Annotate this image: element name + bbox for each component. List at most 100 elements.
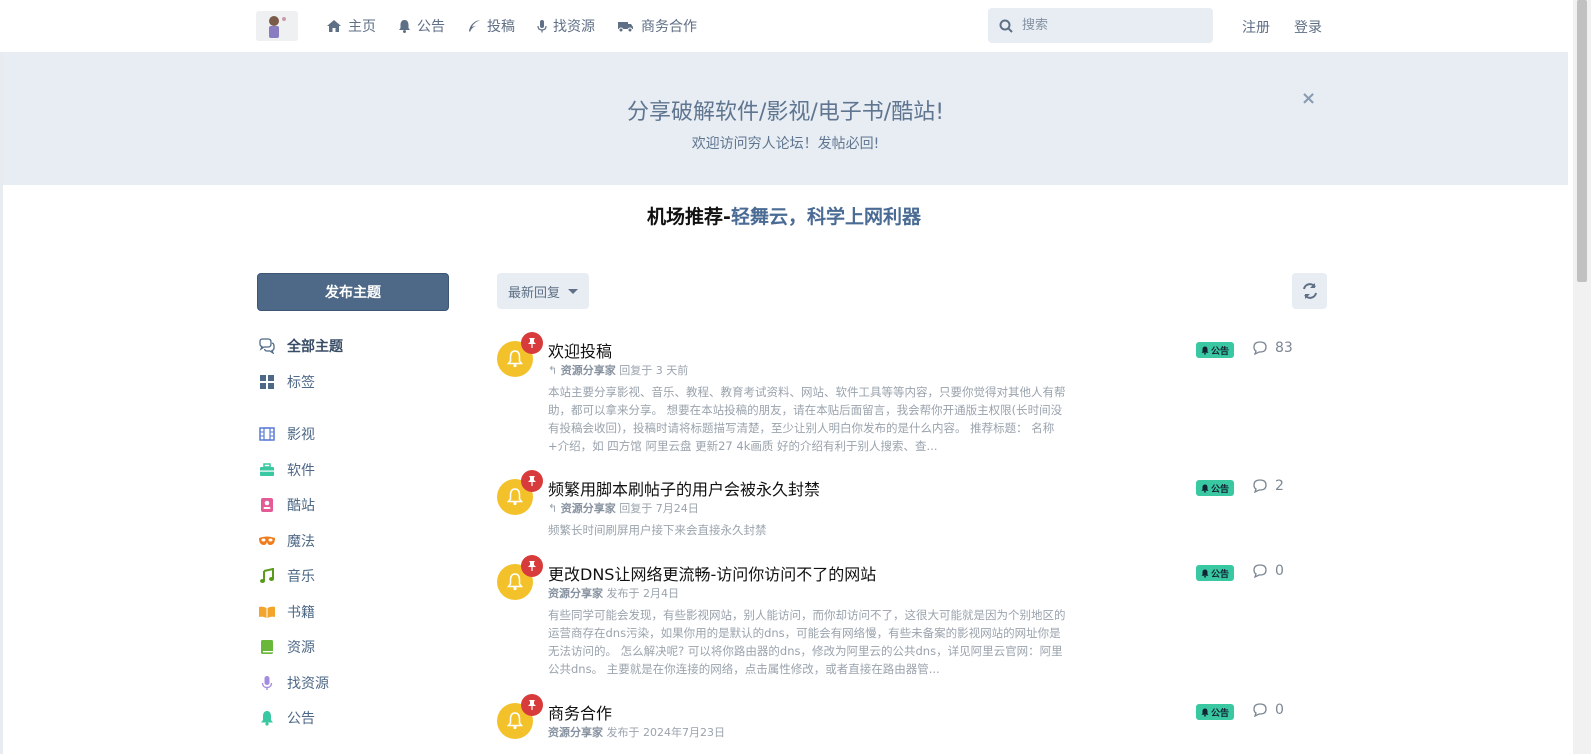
bell-icon <box>507 350 523 368</box>
search-input[interactable] <box>1020 17 1204 34</box>
reply-count[interactable]: 0 <box>1252 702 1284 718</box>
discussion-meta-time: 回复于 3 天前 <box>619 364 689 377</box>
sidebar-item-label: 标签 <box>287 375 315 391</box>
refresh-icon <box>1302 283 1317 299</box>
discussion-excerpt: 频繁长时间刷屏用户接下来会直接永久封禁 <box>548 523 767 537</box>
header: 主页 公告 投稿 找资源 商务合作 注册 登录 <box>0 0 1568 52</box>
discussion-title[interactable]: 更改DNS让网络更流畅-访问你访问不了的网站 <box>548 561 876 585</box>
sidebar-item-magic[interactable]: 魔法 <box>257 529 315 553</box>
film-icon <box>257 424 277 444</box>
discussion-excerpt: 有些同学可能会发现，有些影视网站，别人能访问，而你却访问不了，这很大可能就是因为… <box>548 608 1066 676</box>
reply-count-value: 0 <box>1275 563 1284 579</box>
tag-badge[interactable]: 公告 <box>1196 704 1235 720</box>
discussion-meta-time: 发布于 2月4日 <box>606 587 680 600</box>
comment-icon <box>1253 564 1267 578</box>
tag-badge[interactable]: 公告 <box>1196 480 1235 496</box>
promo-part2[interactable]: 轻舞云，科学上网利器 <box>731 206 921 228</box>
discussion-meta: 资源分享家 发布于 2月4日 <box>548 585 679 601</box>
sidebar-item-all-discussions[interactable]: 全部主题 <box>257 334 343 358</box>
sidebar-item-music[interactable]: 音乐 <box>257 564 315 588</box>
sidebar-item-software[interactable]: 软件 <box>257 458 315 482</box>
bell-icon <box>1201 708 1209 717</box>
nav-business[interactable]: 商务合作 <box>617 16 697 36</box>
pin-icon <box>521 555 543 577</box>
reply-count[interactable]: 2 <box>1252 478 1284 494</box>
promo-headline[interactable]: 机场推荐-轻舞云，科学上网利器 <box>0 202 1568 229</box>
sidebar-item-cool-sites[interactable]: 酷站 <box>257 493 315 517</box>
discussion-title[interactable]: 欢迎投稿 <box>548 338 612 362</box>
close-icon[interactable]: × <box>1301 88 1316 109</box>
pin-icon <box>521 694 543 716</box>
discussion-author[interactable]: 资源分享家 <box>548 587 603 600</box>
id-card-icon <box>257 495 277 515</box>
sidebar-item-movies[interactable]: 影视 <box>257 422 315 446</box>
sidebar-item-find-resources[interactable]: 找资源 <box>257 671 329 695</box>
pin-icon <box>521 332 543 354</box>
sidebar-item-announcements[interactable]: 公告 <box>257 706 315 730</box>
sidebar-item-resources[interactable]: 资源 <box>257 635 315 659</box>
start-discussion-button[interactable]: 发布主题 <box>257 273 449 311</box>
bell-icon <box>1201 484 1209 493</box>
reply-count[interactable]: 83 <box>1252 340 1293 356</box>
discussion-title[interactable]: 商务合作 <box>548 700 612 724</box>
sidebar-item-label: 音乐 <box>287 569 315 585</box>
sidebar-item-label: 找资源 <box>287 676 329 692</box>
mask-icon <box>257 531 277 551</box>
search-box[interactable] <box>988 8 1213 43</box>
bell-icon <box>507 488 523 506</box>
comment-icon <box>1253 341 1267 355</box>
search-icon <box>999 19 1013 33</box>
page-scrollbar[interactable] <box>1573 0 1591 754</box>
tag-label: 公告 <box>1211 346 1230 357</box>
nav-announcements[interactable]: 公告 <box>398 16 445 36</box>
discussion-meta: 资源分享家 发布于 2024年7月23日 <box>548 724 725 740</box>
sidebar-item-books[interactable]: 书籍 <box>257 600 315 624</box>
nav-find-resources[interactable]: 找资源 <box>537 16 595 36</box>
sort-dropdown[interactable]: 最新回复 <box>497 273 589 309</box>
sidebar-item-label: 影视 <box>287 427 315 443</box>
comment-icon <box>1253 703 1267 717</box>
sidebar-item-label: 酷站 <box>287 498 315 514</box>
discussion-excerpt: 本站主要分享影视、音乐、教程、教育考试资料、网站、软件工具等等内容，只要你觉得对… <box>548 385 1066 453</box>
truck-icon <box>618 22 633 33</box>
home-icon <box>327 20 341 32</box>
register-link[interactable]: 注册 <box>1242 17 1270 37</box>
discussion-author[interactable]: 资源分享家 <box>561 364 616 377</box>
login-link[interactable]: 登录 <box>1294 17 1322 37</box>
nav-business-label: 商务合作 <box>641 19 697 35</box>
discussion-author[interactable]: 资源分享家 <box>561 502 616 515</box>
tag-label: 公告 <box>1211 569 1230 580</box>
sidebar-item-label: 书籍 <box>287 605 315 621</box>
pin-icon <box>521 470 543 492</box>
microphone-icon <box>537 20 547 33</box>
grid-icon <box>257 372 277 392</box>
microphone-icon <box>257 673 277 693</box>
sidebar-item-label: 魔法 <box>287 534 315 550</box>
nav-submit[interactable]: 投稿 <box>467 16 515 36</box>
banner-subtitle: 欢迎访问穷人论坛！发帖必回! <box>691 136 880 152</box>
refresh-button[interactable] <box>1292 273 1327 309</box>
main-nav: 主页 公告 投稿 找资源 商务合作 <box>326 0 719 52</box>
tag-label: 公告 <box>1211 484 1230 495</box>
sidebar-item-tags[interactable]: 标签 <box>257 370 315 394</box>
tag-badge[interactable]: 公告 <box>1196 342 1235 358</box>
nav-home-label: 主页 <box>348 19 376 35</box>
sort-label: 最新回复 <box>507 285 560 301</box>
bell-icon <box>399 20 410 33</box>
scrollbar-thumb[interactable] <box>1577 0 1587 282</box>
sidebar-item-label: 软件 <box>287 463 315 479</box>
nav-announcements-label: 公告 <box>417 19 445 35</box>
toolbox-icon <box>257 460 277 480</box>
reply-count-value: 2 <box>1275 478 1284 494</box>
tag-badge[interactable]: 公告 <box>1196 565 1235 581</box>
discussion-meta: ↰ 资源分享家 回复于 7月24日 <box>548 500 699 516</box>
nav-home[interactable]: 主页 <box>326 16 376 36</box>
discussion-title[interactable]: 频繁用脚本刷帖子的用户会被永久封禁 <box>548 476 820 500</box>
reply-count[interactable]: 0 <box>1252 563 1284 579</box>
sidebar-item-label: 全部主题 <box>287 339 343 355</box>
sidebar-item-label: 公告 <box>287 711 315 727</box>
discussion-author[interactable]: 资源分享家 <box>548 726 603 739</box>
discussion-meta: ↰ 资源分享家 回复于 3 天前 <box>548 362 688 378</box>
reply-icon: ↰ <box>548 364 561 377</box>
site-logo[interactable] <box>256 11 298 41</box>
